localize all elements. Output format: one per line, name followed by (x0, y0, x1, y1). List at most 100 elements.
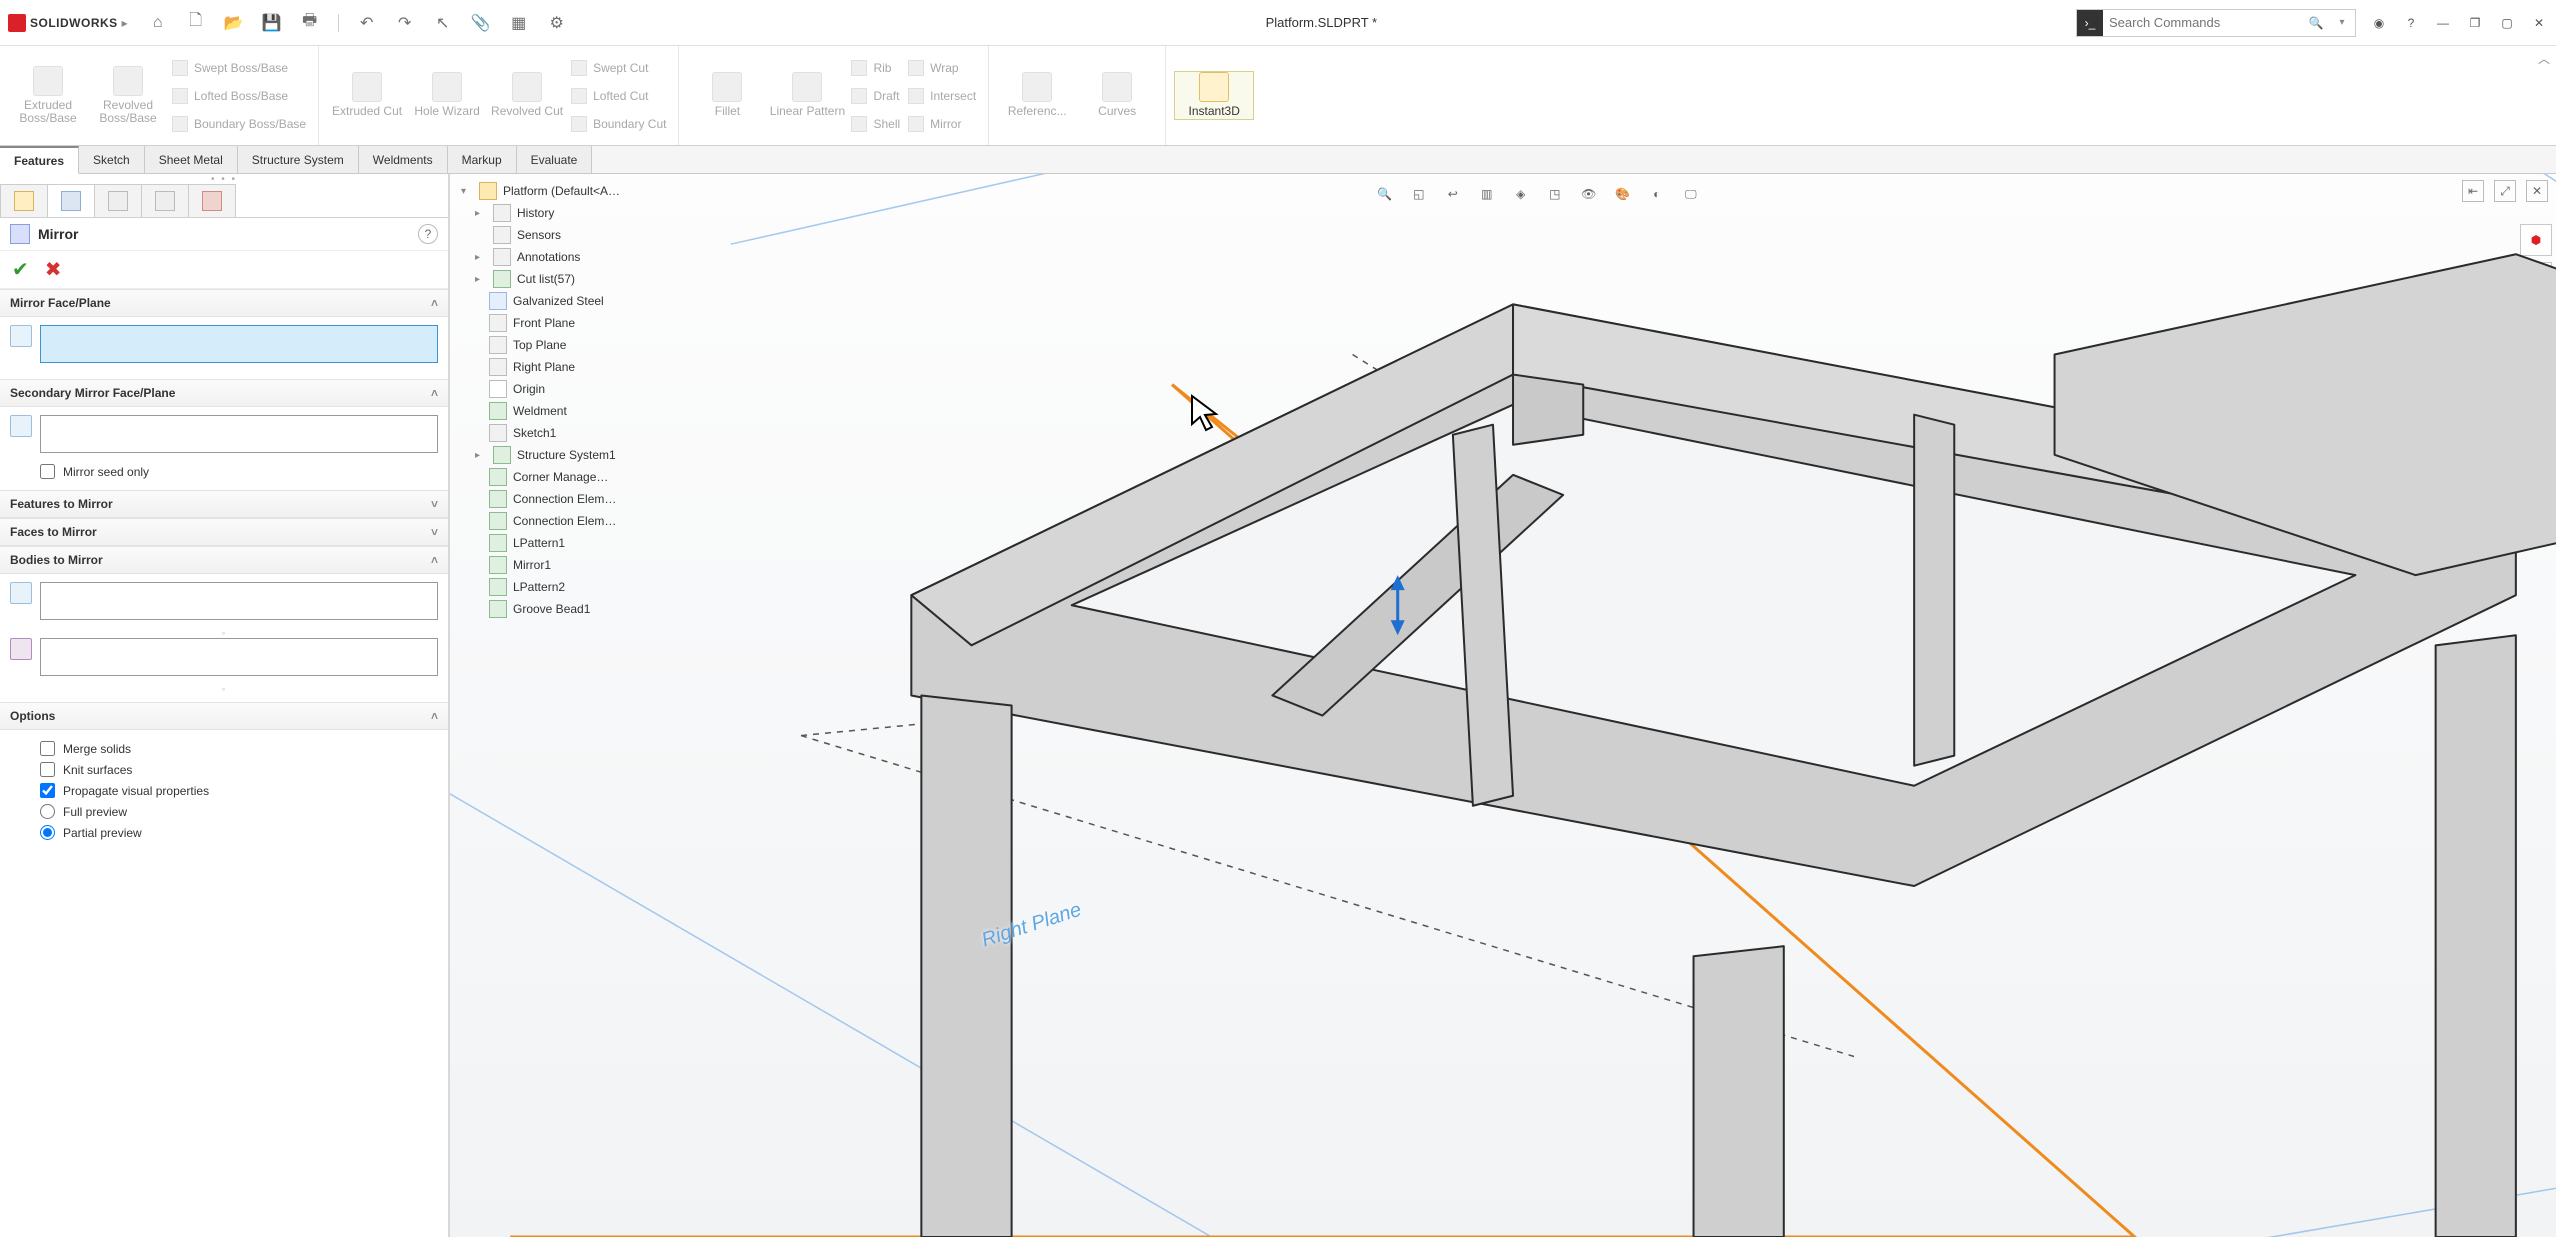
chevron-up-icon: ˄ (431, 386, 438, 400)
chevron-up-icon: ˄ (431, 709, 438, 723)
tree-item[interactable]: Connection Elem… (455, 488, 715, 510)
user-account-icon[interactable]: ◉ (2370, 14, 2388, 32)
tab-markup[interactable]: Markup (448, 146, 517, 173)
section-mirror-face[interactable]: Mirror Face/Plane˄ (0, 289, 448, 317)
secondary-mirror-selection-box[interactable] (40, 415, 438, 453)
tab-weldments[interactable]: Weldments (359, 146, 448, 173)
view-orientation-icon[interactable]: ◈ (1510, 183, 1532, 205)
knit-surfaces-checkbox[interactable] (40, 762, 55, 777)
open-icon[interactable]: 📂 (224, 13, 244, 33)
minimize-icon[interactable]: — (2434, 14, 2452, 32)
instant3d-button[interactable]: Instant3D (1174, 71, 1254, 119)
mirror-face-selection-box[interactable] (40, 325, 438, 363)
tree-item[interactable]: Right Plane (455, 356, 715, 378)
tab-sketch[interactable]: Sketch (79, 146, 145, 173)
tree-item[interactable]: Corner Manage… (455, 466, 715, 488)
pm-tab-display[interactable] (188, 184, 236, 217)
tab-structure-system[interactable]: Structure System (238, 146, 359, 173)
tree-item[interactable]: Origin (455, 378, 715, 400)
lofted-cut-button: Lofted Cut (567, 83, 670, 109)
tree-item[interactable]: LPattern2 (455, 576, 715, 598)
tree-item[interactable]: Top Plane (455, 334, 715, 356)
partial-preview-radio[interactable] (40, 825, 55, 840)
ribbon-collapse-chevron-icon[interactable]: ︿ (2538, 50, 2550, 67)
body-selector-icon (10, 638, 32, 660)
zoom-to-fit-icon[interactable]: 🔍 (1374, 183, 1396, 205)
tree-item[interactable]: LPattern1 (455, 532, 715, 554)
display-style-icon[interactable]: ◳ (1544, 183, 1566, 205)
view-settings-icon[interactable]: 🖵 (1680, 183, 1702, 205)
command-search[interactable]: ›_ 🔍 ▾ (2076, 9, 2356, 37)
tree-item[interactable]: Mirror1 (455, 554, 715, 576)
print-icon[interactable]: 🖶 (300, 13, 320, 33)
list-resize-handle[interactable]: ◦ (10, 684, 438, 694)
lofted-boss-button: Lofted Boss/Base (168, 83, 310, 109)
propagate-visual-checkbox[interactable] (40, 783, 55, 798)
undo-icon[interactable]: ↶ (357, 13, 377, 33)
pm-tab-dimxpert[interactable] (141, 184, 189, 217)
ok-check-icon[interactable]: ✔ (12, 257, 29, 282)
section-options[interactable]: Options˄ (0, 702, 448, 730)
chevron-down-icon: ˅ (431, 525, 438, 539)
merge-solids-checkbox[interactable] (40, 741, 55, 756)
select-icon[interactable]: ↖ (433, 13, 453, 33)
rebuild-icon[interactable]: ▦ (509, 13, 529, 33)
search-input[interactable] (2103, 15, 2303, 30)
section-faces-to-mirror[interactable]: Faces to Mirror˅ (0, 518, 448, 546)
close-icon[interactable]: ✕ (2530, 14, 2548, 32)
tree-item[interactable]: Front Plane (455, 312, 715, 334)
tab-features[interactable]: Features (0, 146, 79, 174)
app-logo: SOLIDWORKS ▸ (8, 14, 128, 32)
home-icon[interactable]: ⌂ (148, 13, 168, 33)
maximize-icon[interactable]: ▢ (2498, 14, 2516, 32)
tree-root[interactable]: ▾Platform (Default<A… (455, 180, 715, 202)
tree-item[interactable]: ▸Structure System1 (455, 444, 715, 466)
bodies-selection-box-1[interactable] (40, 582, 438, 620)
zoom-area-icon[interactable]: ◱ (1408, 183, 1430, 205)
new-icon[interactable]: 🗋 (186, 13, 206, 33)
settings-gear-icon[interactable]: ⚙ (547, 13, 567, 33)
section-view-icon[interactable]: ▥ (1476, 183, 1498, 205)
tree-item[interactable]: ▸Cut list(57) (455, 268, 715, 290)
section-secondary-mirror[interactable]: Secondary Mirror Face/Plane˄ (0, 379, 448, 407)
full-preview-radio[interactable] (40, 804, 55, 819)
tree-item[interactable]: Connection Elem… (455, 510, 715, 532)
logo-menu-chevron-icon[interactable]: ▸ (122, 16, 128, 30)
tree-item[interactable]: Groove Bead1 (455, 598, 715, 620)
pm-tab-property-manager[interactable] (47, 184, 95, 217)
help-icon[interactable]: ? (2402, 14, 2420, 32)
tree-item[interactable]: ▸Annotations (455, 246, 715, 268)
tree-item[interactable]: Sketch1 (455, 422, 715, 444)
tab-sheet-metal[interactable]: Sheet Metal (145, 146, 238, 173)
hide-show-icon[interactable]: 👁 (1578, 183, 1600, 205)
pm-tab-configuration[interactable] (94, 184, 142, 217)
section-features-to-mirror[interactable]: Features to Mirror˅ (0, 490, 448, 518)
redo-icon[interactable]: ↷ (395, 13, 415, 33)
pin-icon[interactable]: 📎 (471, 13, 491, 33)
tree-item[interactable]: ▸History (455, 202, 715, 224)
tab-evaluate[interactable]: Evaluate (517, 146, 593, 173)
mirror-seed-only-checkbox[interactable] (40, 464, 55, 479)
merge-solids-label: Merge solids (63, 742, 131, 756)
graphics-viewport[interactable]: 🔍 ◱ ↩ ▥ ◈ ◳ 👁 🎨 ◐ 🖵 ⇤ ⤢ ✕ ⬢ 📁 🗂 ▦ ● ≡ ⌂ (450, 174, 2556, 1237)
save-icon[interactable]: 💾 (262, 13, 282, 33)
restore-down-icon[interactable]: ❐ (2466, 14, 2484, 32)
search-prefix-icon: ›_ (2077, 10, 2103, 36)
cancel-x-icon[interactable]: ✖ (45, 257, 62, 282)
edit-appearance-icon[interactable]: 🎨 (1612, 183, 1634, 205)
section-bodies-to-mirror[interactable]: Bodies to Mirror˄ (0, 546, 448, 574)
list-resize-handle[interactable]: ◦ (10, 628, 438, 638)
shell-button: Shell (847, 111, 904, 137)
search-icon[interactable]: 🔍 (2303, 16, 2329, 30)
tree-item[interactable]: Galvanized Steel (455, 290, 715, 312)
pm-tab-feature-tree[interactable] (0, 184, 48, 217)
pm-help-icon[interactable]: ? (418, 224, 438, 244)
previous-view-icon[interactable]: ↩ (1442, 183, 1464, 205)
bodies-selection-box-2[interactable] (40, 638, 438, 676)
panel-grab-handle[interactable]: • • • (0, 174, 448, 184)
full-preview-label: Full preview (63, 805, 127, 819)
tree-item[interactable]: Sensors (455, 224, 715, 246)
tree-item[interactable]: Weldment (455, 400, 715, 422)
search-dropdown-chevron-icon[interactable]: ▾ (2329, 17, 2355, 28)
apply-scene-icon[interactable]: ◐ (1646, 183, 1668, 205)
